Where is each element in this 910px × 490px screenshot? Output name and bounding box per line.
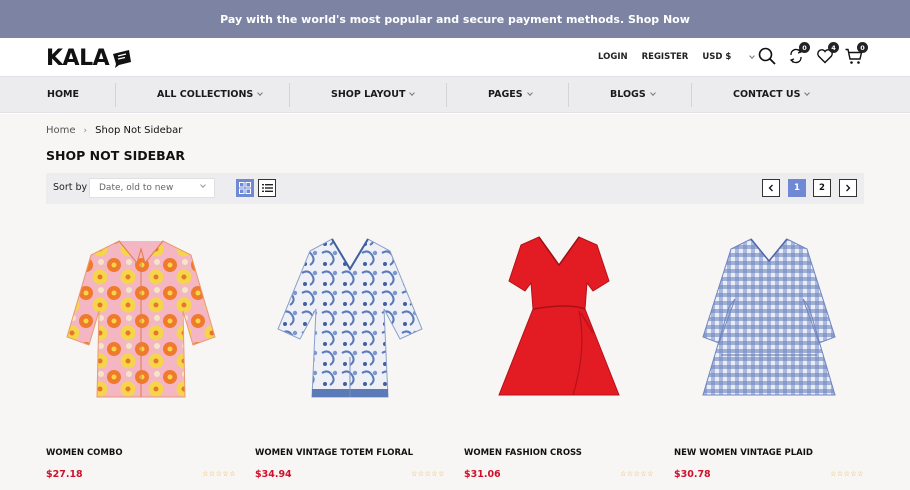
wishlist-icon[interactable]: 4: [815, 42, 839, 66]
breadcrumb: Home › Shop Not Sidebar: [46, 125, 182, 136]
nav-item-shop-layout[interactable]: SHOP LAYOUT: [331, 77, 416, 112]
chevron-down-icon: [804, 90, 811, 96]
chevron-right-icon: [846, 184, 851, 192]
header-icons: 0 4 0: [757, 42, 873, 66]
grid-icon: [239, 182, 251, 194]
list-icon: [261, 184, 273, 192]
logo-badge-icon: [113, 50, 132, 68]
nav-divider: [289, 83, 290, 107]
product-image-red-dress[interactable]: [464, 224, 654, 414]
page-title: SHOP NOT SIDEBAR: [46, 148, 185, 163]
nav-label: PAGES: [488, 89, 523, 100]
grid-view-button[interactable]: [236, 179, 254, 197]
product-name[interactable]: NEW WOMEN VINTAGE PLAID: [674, 448, 813, 458]
product-price: $31.06: [464, 469, 501, 480]
main-nav: HOME ALL COLLECTIONS SHOP LAYOUT PAGES B…: [0, 76, 910, 113]
chevron-down-icon: [200, 182, 206, 188]
next-page-button[interactable]: [839, 179, 857, 197]
sort-select[interactable]: Date, old to new: [89, 178, 215, 198]
nav-item-blogs[interactable]: BLOGS: [610, 77, 656, 112]
product-card[interactable]: NEW WOMEN VINTAGE PLAID $30.78 ☆☆☆☆☆: [674, 224, 864, 490]
nav-item-contact-us[interactable]: CONTACT US: [733, 77, 811, 112]
nav-divider: [691, 83, 692, 107]
product-name[interactable]: WOMEN VINTAGE TOTEM FLORAL: [255, 448, 413, 458]
rating-stars-icon: ☆☆☆☆☆: [620, 470, 654, 478]
rating-stars-icon: ☆☆☆☆☆: [202, 470, 236, 478]
login-link[interactable]: LOGIN: [598, 52, 628, 62]
chevron-left-icon: [768, 184, 773, 192]
product-price: $34.94: [255, 469, 292, 480]
page-button-1[interactable]: 1: [788, 179, 806, 197]
search-icon[interactable]: [757, 46, 777, 66]
plaid-dress-image: [702, 238, 836, 396]
main-content: Home › Shop Not Sidebar SHOP NOT SIDEBAR…: [0, 114, 910, 490]
product-grid: WOMEN COMBO $27.18 ☆☆☆☆☆ WOMEN VINTAGE T…: [46, 224, 866, 490]
floral-shirt-image: [66, 240, 216, 398]
rating-stars-icon: ☆☆☆☆☆: [830, 470, 864, 478]
totem-floral-dress-image: [277, 238, 423, 398]
product-image-plaid-dress[interactable]: [674, 224, 864, 414]
nav-item-home[interactable]: HOME: [47, 77, 79, 112]
nav-divider: [115, 83, 116, 107]
product-name[interactable]: WOMEN COMBO: [46, 448, 123, 458]
logo[interactable]: KALA: [46, 44, 133, 72]
red-wrap-dress-image: [498, 236, 620, 396]
register-link[interactable]: REGISTER: [642, 52, 689, 62]
nav-label: CONTACT US: [733, 89, 801, 100]
compare-count: 0: [799, 42, 810, 53]
logo-text: KALA: [46, 45, 110, 71]
nav-divider: [446, 83, 447, 107]
chevron-down-icon: [257, 90, 264, 96]
breadcrumb-current: Shop Not Sidebar: [95, 125, 183, 136]
rating-stars-icon: ☆☆☆☆☆: [411, 470, 445, 478]
nav-item-pages[interactable]: PAGES: [488, 77, 533, 112]
cart-count: 0: [857, 42, 868, 53]
site-header: KALA LOGIN REGISTER USD $ 0 4 0: [0, 38, 910, 76]
chevron-down-icon: [526, 90, 533, 96]
nav-label: BLOGS: [610, 89, 646, 100]
product-card[interactable]: WOMEN VINTAGE TOTEM FLORAL $34.94 ☆☆☆☆☆: [255, 224, 445, 490]
nav-item-all-collections[interactable]: ALL COLLECTIONS: [157, 77, 264, 112]
page-button-2[interactable]: 2: [813, 179, 831, 197]
nav-label: SHOP LAYOUT: [331, 89, 406, 100]
currency-label: USD $: [702, 52, 732, 62]
cart-icon[interactable]: 0: [844, 42, 868, 66]
prev-page-button[interactable]: [762, 179, 780, 197]
nav-label: ALL COLLECTIONS: [157, 89, 254, 100]
promo-text: Pay with the world's most popular and se…: [220, 12, 690, 26]
compare-icon[interactable]: 0: [786, 42, 810, 66]
sort-value: Date, old to new: [99, 183, 174, 193]
pagination: 1 2: [762, 179, 864, 197]
product-name[interactable]: WOMEN FASHION CROSS: [464, 448, 582, 458]
product-card[interactable]: WOMEN COMBO $27.18 ☆☆☆☆☆: [46, 224, 236, 490]
chevron-down-icon: [749, 52, 756, 59]
chevron-down-icon: [409, 90, 416, 96]
product-card[interactable]: WOMEN FASHION CROSS $31.06 ☆☆☆☆☆: [464, 224, 654, 490]
wishlist-count: 4: [828, 42, 839, 53]
chevron-right-icon: ›: [83, 125, 88, 136]
shop-toolbar: Sort by Date, old to new 1 2: [46, 173, 864, 204]
promo-banner[interactable]: Pay with the world's most popular and se…: [0, 0, 910, 38]
product-image-floral-shirt[interactable]: [46, 224, 236, 414]
nav-label: HOME: [47, 89, 79, 100]
currency-selector[interactable]: USD $: [702, 52, 756, 62]
list-view-button[interactable]: [258, 179, 276, 197]
sort-label: Sort by: [53, 182, 88, 193]
chevron-down-icon: [649, 90, 656, 96]
breadcrumb-home[interactable]: Home: [46, 125, 76, 136]
product-image-totem-floral[interactable]: [255, 224, 445, 414]
product-price: $27.18: [46, 469, 83, 480]
nav-divider: [568, 83, 569, 107]
product-price: $30.78: [674, 469, 711, 480]
account-links: LOGIN REGISTER USD $: [598, 38, 756, 76]
